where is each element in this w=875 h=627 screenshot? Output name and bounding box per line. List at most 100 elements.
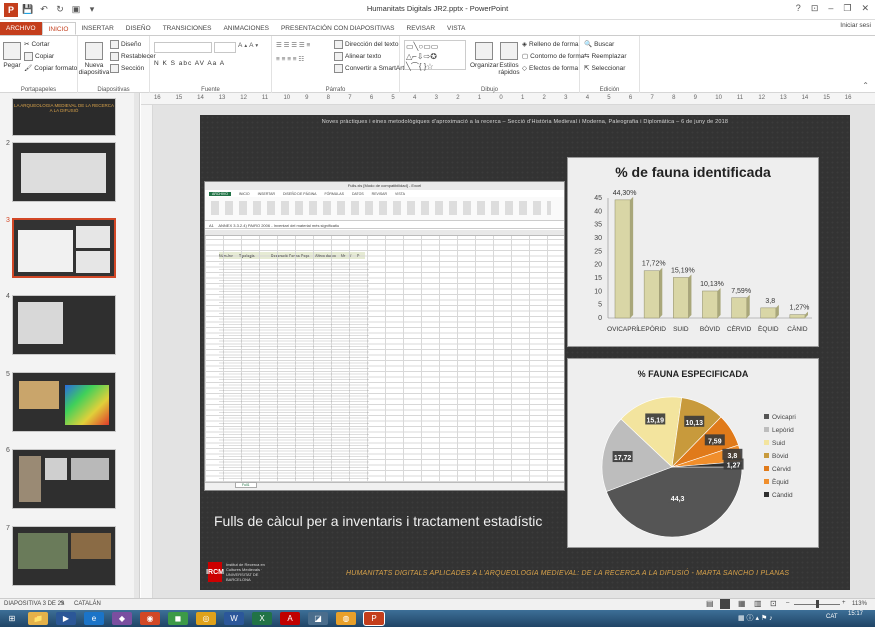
- tab-transiciones[interactable]: TRANSICIONES: [157, 22, 218, 35]
- window-title: Humanitats Digitals JR2.pptx - PowerPoin…: [366, 4, 509, 13]
- tab-archivo[interactable]: ARCHIVO: [0, 22, 42, 35]
- language-indicator[interactable]: CATALÁN: [74, 601, 101, 607]
- layout-button[interactable]: Diseño: [110, 40, 141, 49]
- input-language[interactable]: CAT: [826, 614, 838, 620]
- shape-fill-button[interactable]: ◈ Relleno de forma: [522, 40, 579, 49]
- new-slide-button[interactable]: Nueva diapositiva: [79, 42, 109, 76]
- replace-button[interactable]: ⇆ Reemplazar: [584, 52, 627, 61]
- app-icon[interactable]: ◍: [336, 612, 356, 625]
- pie-chart-fauna-especificada[interactable]: % FAUNA ESPECIFICADA 44,3 17,72 15,19 10,13…: [567, 358, 819, 548]
- font-grow-button[interactable]: A ▴ A ▾: [238, 42, 258, 49]
- bar-side: [805, 311, 809, 318]
- help-button[interactable]: ?: [796, 3, 801, 14]
- align-buttons[interactable]: ≡ ≡ ≡ ≡ ☷: [276, 55, 304, 63]
- slide-sorter-icon[interactable]: ▦: [738, 599, 746, 608]
- reset-button[interactable]: Restablecer: [110, 52, 156, 61]
- minimize-button[interactable]: –: [828, 3, 833, 14]
- slide-thumbnail-3[interactable]: [12, 218, 116, 278]
- slide-thumbnail-7[interactable]: [12, 526, 116, 586]
- chrome-icon[interactable]: ◎: [196, 612, 216, 625]
- close-button[interactable]: ✕: [861, 3, 869, 14]
- tab-diseno[interactable]: DISEÑO: [120, 22, 157, 35]
- x-tick-label: BÒVID: [700, 324, 721, 333]
- organize-button[interactable]: Organizar: [470, 42, 499, 69]
- font-name-input[interactable]: [154, 42, 212, 53]
- slide-thumbnail-1[interactable]: LA ARQUEOLOGIA MEDIEVAL DE LA RECERCA A …: [12, 98, 116, 136]
- bar-data-label: 10,13%: [700, 281, 724, 288]
- quick-styles-button[interactable]: Estilos rápidos: [498, 42, 520, 76]
- excel-tab: REVISAR: [371, 191, 388, 196]
- tab-revisar[interactable]: REVISAR: [401, 22, 442, 35]
- app-icon[interactable]: ◼: [168, 612, 188, 625]
- notes-icon[interactable]: ▤: [706, 599, 714, 608]
- format-painter-button[interactable]: 🖌 Copiar formato: [24, 64, 77, 73]
- reading-view-icon[interactable]: ▥: [754, 599, 762, 608]
- thumbnail-number: 3: [6, 217, 10, 224]
- normal-view-icon[interactable]: [720, 599, 730, 609]
- brush-icon: 🖌: [24, 65, 33, 72]
- align-text-button[interactable]: Alinear texto: [334, 52, 381, 61]
- maximize-button[interactable]: ❐: [843, 3, 851, 14]
- app-icon[interactable]: ◪: [308, 612, 328, 625]
- tab-insertar[interactable]: INSERTAR: [76, 22, 120, 35]
- firefox-icon[interactable]: ◉: [140, 612, 160, 625]
- clock[interactable]: 15:17: [848, 611, 863, 617]
- smartart-button[interactable]: Convertir a SmartArt: [334, 64, 404, 73]
- shape-effects-button[interactable]: ◇ Efectos de forma: [522, 64, 578, 73]
- shape-outline-button[interactable]: ▢ Contorno de forma: [522, 52, 584, 61]
- powerpoint-taskbar-icon[interactable]: P: [363, 611, 385, 626]
- excel-screenshot[interactable]: Fulls.xls [Modo de compatibilidad] - Exc…: [204, 181, 565, 491]
- excel-icon[interactable]: X: [252, 612, 272, 625]
- word-icon[interactable]: W: [224, 612, 244, 625]
- spellcheck-icon[interactable]: ✎: [60, 600, 65, 607]
- media-player-icon[interactable]: ▶: [56, 612, 76, 625]
- tab-vista[interactable]: VISTA: [441, 22, 471, 35]
- slide-thumbnail-2[interactable]: [12, 142, 116, 202]
- zoom-in-button[interactable]: +: [842, 600, 846, 606]
- current-slide[interactable]: Noves pràctiques i eines metodològiques …: [200, 115, 850, 590]
- find-button[interactable]: 🔍 Buscar: [584, 40, 614, 49]
- zoom-level[interactable]: 113%: [852, 601, 867, 607]
- slide-thumbnail-6[interactable]: [12, 449, 116, 509]
- start-button-icon[interactable]: ⊞: [2, 612, 22, 625]
- font-size-input[interactable]: [214, 42, 236, 53]
- select-button[interactable]: ⇱ Seleccionar: [584, 64, 625, 73]
- slide-thumbnail-4[interactable]: [12, 295, 116, 355]
- list-buttons[interactable]: ☰ ☰ ☰ ☰ ≡: [276, 41, 310, 49]
- tray-icons[interactable]: ▦ ⓘ ▴ ⚑ ♪: [738, 613, 773, 623]
- slideshow-icon[interactable]: ⊡: [770, 599, 777, 608]
- ruler-tick-label: 4: [585, 95, 590, 101]
- file-explorer-icon[interactable]: 📁: [28, 612, 48, 625]
- tab-animaciones[interactable]: ANIMACIONES: [217, 22, 275, 35]
- paste-button[interactable]: Pegar: [3, 42, 21, 69]
- acrobat-icon[interactable]: A: [280, 612, 300, 625]
- zoom-slider-thumb[interactable]: [816, 600, 819, 608]
- ribbon-display-button[interactable]: ⊡: [811, 3, 819, 14]
- thumbnail-title: LA ARQUEOLOGIA MEDIEVAL DE LA RECERCA A …: [13, 103, 115, 113]
- legend-label: Lepòrid: [772, 427, 794, 434]
- ruler-tick-label: 2: [542, 95, 546, 101]
- shapes-gallery[interactable]: ▭╲○▭▭ △⌐⇩⇨✪ ╲⌒{ }☆: [404, 40, 466, 71]
- excel-tab: DATOS: [351, 191, 364, 196]
- bar-chart-fauna-identificada[interactable]: % de fauna identificada 0 5 10 15 20 25 30 35 40…: [567, 157, 819, 347]
- collapse-ribbon-icon[interactable]: ⌃: [862, 81, 869, 90]
- ruler-tick-label: 6: [628, 95, 633, 101]
- internet-explorer-icon[interactable]: e: [84, 612, 104, 625]
- text-direction-button[interactable]: Dirección del texto: [334, 40, 398, 49]
- slide-thumbnail-pane: LA ARQUEOLOGIA MEDIEVAL DE LA RECERCA A …: [0, 93, 140, 598]
- app-icon[interactable]: ◆: [112, 612, 132, 625]
- thumbnail-scrollbar[interactable]: [134, 93, 139, 598]
- section-button[interactable]: Sección: [110, 64, 144, 73]
- cut-button[interactable]: ✂ Cortar: [24, 40, 50, 49]
- zoom-out-button[interactable]: –: [786, 600, 789, 606]
- group-portapapeles: Pegar ✂ Cortar Copiar 🖌 Copiar formato Por…: [0, 36, 78, 94]
- tab-presentacion[interactable]: PRESENTACIÓN CON DIAPOSITIVAS: [275, 22, 401, 35]
- sign-in-link[interactable]: Iniciar sesi: [840, 22, 871, 29]
- tab-inicio[interactable]: INICIO: [41, 22, 76, 35]
- copy-button[interactable]: Copiar: [24, 52, 54, 61]
- slide-thumbnail-5[interactable]: [12, 372, 116, 432]
- pie-data-label: 15,19: [647, 417, 665, 424]
- formula-text: ANNEX 3.3.2.4) PAIRO 2006 - Inventari de…: [218, 223, 340, 228]
- bar-data-label: 3,8: [765, 298, 775, 305]
- font-style-buttons[interactable]: N K S abc AV Aa A: [154, 60, 225, 67]
